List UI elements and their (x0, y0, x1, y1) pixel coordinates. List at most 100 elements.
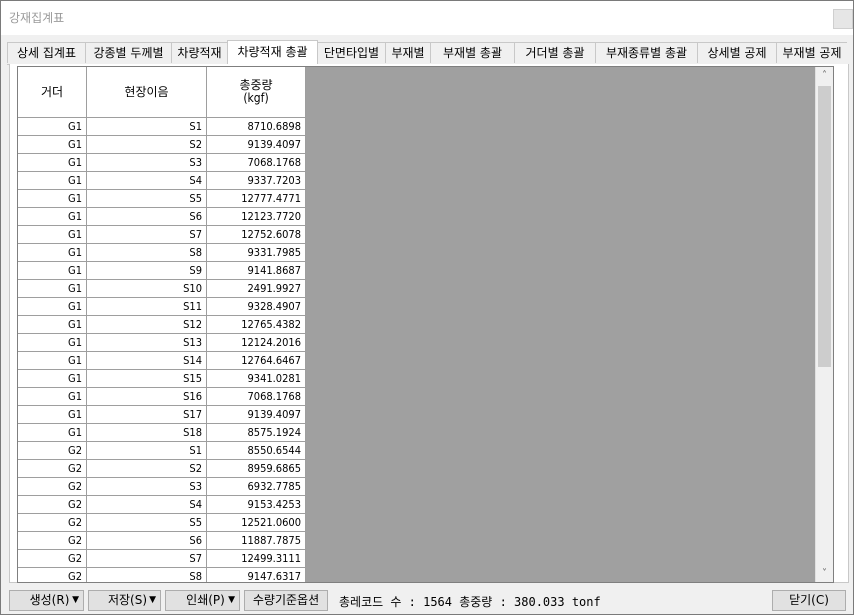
cell-site-name[interactable]: S5 (86, 513, 207, 532)
cell-weight[interactable]: 12777.4771 (206, 189, 306, 208)
tab-5[interactable]: 부재별 (385, 42, 431, 63)
cell-girder[interactable]: G2 (18, 531, 87, 550)
header-weight[interactable]: 총중량 (kgf) (206, 67, 306, 118)
cell-girder[interactable]: G1 (18, 135, 87, 154)
table-row[interactable]: G1 S16 7068.1768 (18, 387, 306, 406)
cell-weight[interactable]: 9139.4097 (206, 135, 306, 154)
cell-site-name[interactable]: S7 (86, 225, 207, 244)
table-row[interactable]: G1 S1 8710.6898 (18, 117, 306, 136)
table-row[interactable]: G2 S6 11887.7875 (18, 531, 306, 550)
cell-site-name[interactable]: S10 (86, 279, 207, 298)
cell-girder[interactable]: G2 (18, 567, 87, 582)
tab-0[interactable]: 상세 집계표 (7, 42, 86, 63)
cell-site-name[interactable]: S6 (86, 207, 207, 226)
cell-girder[interactable]: G1 (18, 153, 87, 172)
cell-girder[interactable]: G2 (18, 495, 87, 514)
cell-site-name[interactable]: S5 (86, 189, 207, 208)
cell-site-name[interactable]: S8 (86, 243, 207, 262)
cell-site-name[interactable]: S3 (86, 153, 207, 172)
cell-weight[interactable]: 12752.6078 (206, 225, 306, 244)
cell-girder[interactable]: G1 (18, 189, 87, 208)
quantity-option-button[interactable]: 수량기준옵션 (244, 590, 328, 611)
cell-girder[interactable]: G2 (18, 513, 87, 532)
scroll-thumb[interactable] (818, 86, 831, 367)
cell-site-name[interactable]: S13 (86, 333, 207, 352)
table-row[interactable]: G1 S18 8575.1924 (18, 423, 306, 442)
table-row[interactable]: G1 S11 9328.4907 (18, 297, 306, 316)
data-grid[interactable]: 거더 현장이음 총중량 (kgf) G1 S1 8710.6898 G1 S2 9139.… (17, 66, 834, 583)
table-row[interactable]: G1 S5 12777.4771 (18, 189, 306, 208)
cell-site-name[interactable]: S1 (86, 117, 207, 136)
table-row[interactable]: G2 S2 8959.6865 (18, 459, 306, 478)
cell-site-name[interactable]: S12 (86, 315, 207, 334)
cell-weight[interactable]: 12521.0600 (206, 513, 306, 532)
cell-girder[interactable]: G2 (18, 549, 87, 568)
tab-3[interactable]: 차량적재 총괄 (227, 40, 318, 64)
table-row[interactable]: G1 S12 12765.4382 (18, 315, 306, 334)
cell-site-name[interactable]: S2 (86, 459, 207, 478)
cell-girder[interactable]: G1 (18, 117, 87, 136)
cell-girder[interactable]: G1 (18, 405, 87, 424)
table-row[interactable]: G1 S15 9341.0281 (18, 369, 306, 388)
tab-6[interactable]: 부재별 총괄 (430, 42, 515, 63)
cell-girder[interactable]: G1 (18, 261, 87, 280)
print-button[interactable]: 인쇄(P) ▼ (165, 590, 240, 611)
cell-girder[interactable]: G1 (18, 387, 87, 406)
table-row[interactable]: G2 S4 9153.4253 (18, 495, 306, 514)
table-row[interactable]: G1 S4 9337.7203 (18, 171, 306, 190)
cell-girder[interactable]: G1 (18, 243, 87, 262)
cell-site-name[interactable]: S16 (86, 387, 207, 406)
table-row[interactable]: G1 S9 9141.8687 (18, 261, 306, 280)
vertical-scrollbar[interactable]: ˄ ˅ (815, 67, 833, 582)
cell-girder[interactable]: G2 (18, 441, 87, 460)
table-row[interactable]: G1 S14 12764.6467 (18, 351, 306, 370)
table-row[interactable]: G1 S8 9331.7985 (18, 243, 306, 262)
cell-site-name[interactable]: S9 (86, 261, 207, 280)
chevron-down-icon[interactable]: ˅ (816, 565, 833, 582)
table-row[interactable]: G2 S5 12521.0600 (18, 513, 306, 532)
cell-weight[interactable]: 8550.6544 (206, 441, 306, 460)
cell-girder[interactable]: G1 (18, 171, 87, 190)
table-row[interactable]: G1 S2 9139.4097 (18, 135, 306, 154)
cell-weight[interactable]: 8959.6865 (206, 459, 306, 478)
close-window-icon[interactable] (833, 9, 853, 29)
cell-weight[interactable]: 12764.6467 (206, 351, 306, 370)
tab-2[interactable]: 차량적재 (171, 42, 228, 63)
cell-girder[interactable]: G1 (18, 315, 87, 334)
cell-weight[interactable]: 9139.4097 (206, 405, 306, 424)
cell-weight[interactable]: 9341.0281 (206, 369, 306, 388)
cell-weight[interactable]: 9141.8687 (206, 261, 306, 280)
tab-8[interactable]: 부재종류별 총괄 (595, 42, 698, 63)
table-row[interactable]: G1 S10 2491.9927 (18, 279, 306, 298)
tab-7[interactable]: 거더별 총괄 (514, 42, 596, 63)
table-row[interactable]: G1 S3 7068.1768 (18, 153, 306, 172)
cell-weight[interactable]: 12123.7720 (206, 207, 306, 226)
table-row[interactable]: G2 S3 6932.7785 (18, 477, 306, 496)
cell-site-name[interactable]: S17 (86, 405, 207, 424)
cell-site-name[interactable]: S2 (86, 135, 207, 154)
cell-weight[interactable]: 7068.1768 (206, 387, 306, 406)
cell-weight[interactable]: 12499.3111 (206, 549, 306, 568)
cell-girder[interactable]: G2 (18, 459, 87, 478)
cell-site-name[interactable]: S11 (86, 297, 207, 316)
close-button[interactable]: 닫기(C) (772, 590, 846, 611)
cell-weight[interactable]: 12765.4382 (206, 315, 306, 334)
cell-weight[interactable]: 9328.4907 (206, 297, 306, 316)
table-row[interactable]: G1 S13 12124.2016 (18, 333, 306, 352)
cell-girder[interactable]: G1 (18, 423, 87, 442)
cell-site-name[interactable]: S8 (86, 567, 207, 582)
tab-1[interactable]: 강종별 두께별 (85, 42, 172, 63)
cell-weight[interactable]: 8710.6898 (206, 117, 306, 136)
cell-girder[interactable]: G1 (18, 351, 87, 370)
cell-girder[interactable]: G2 (18, 477, 87, 496)
cell-weight[interactable]: 11887.7875 (206, 531, 306, 550)
cell-weight[interactable]: 9331.7985 (206, 243, 306, 262)
tab-9[interactable]: 상세별 공제 (697, 42, 777, 63)
cell-site-name[interactable]: S3 (86, 477, 207, 496)
table-row[interactable]: G1 S6 12123.7720 (18, 207, 306, 226)
tab-10[interactable]: 부재별 공제 (776, 42, 847, 63)
cell-girder[interactable]: G1 (18, 333, 87, 352)
cell-site-name[interactable]: S6 (86, 531, 207, 550)
tab-4[interactable]: 단면타입별 (317, 42, 386, 63)
save-button[interactable]: 저장(S) ▼ (88, 590, 161, 611)
